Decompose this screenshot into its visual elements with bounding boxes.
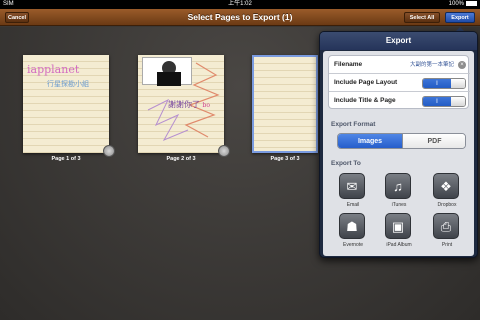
target-label: Evernote bbox=[342, 242, 363, 248]
target-label: Print bbox=[441, 242, 453, 248]
export-itunes-button[interactable]: ♫ iTunes bbox=[379, 173, 419, 213]
page-caption: Page 2 of 3 bbox=[166, 156, 196, 162]
battery-indicator: 100% bbox=[449, 0, 477, 9]
page-caption: Page 1 of 3 bbox=[51, 156, 81, 162]
toggle-on-label: I bbox=[423, 79, 451, 88]
export-to-label: Export To bbox=[331, 160, 361, 167]
battery-percent: 100% bbox=[448, 1, 464, 7]
include-layout-toggle[interactable]: I bbox=[422, 78, 466, 89]
export-format-segmented: Images PDF bbox=[337, 133, 466, 149]
evernote-icon: ☗ bbox=[339, 213, 365, 239]
export-email-button[interactable]: ✉ Email bbox=[333, 173, 373, 213]
export-ipad-album-button[interactable]: ▣ iPad Album bbox=[379, 213, 419, 253]
page-caption: Page 3 of 3 bbox=[270, 156, 300, 162]
toggle-knob bbox=[451, 79, 465, 88]
export-format-label: Export Format bbox=[331, 121, 376, 128]
clock-label: 上午1:02 bbox=[228, 1, 252, 7]
photo-image bbox=[142, 57, 192, 86]
print-icon: ⎙ bbox=[433, 213, 459, 239]
include-layout-label: Include Page Layout bbox=[334, 79, 398, 86]
target-label: iTunes bbox=[391, 202, 407, 208]
select-circle-icon[interactable] bbox=[218, 145, 230, 157]
include-title-row: Include Title & Page I bbox=[329, 92, 470, 110]
format-pdf-button[interactable]: PDF bbox=[402, 134, 465, 148]
export-button[interactable]: Export bbox=[445, 12, 475, 23]
export-dropbox-button[interactable]: ❖ Dropbox bbox=[427, 173, 467, 213]
page-thumbnail-3[interactable] bbox=[252, 55, 318, 153]
include-title-label: Include Title & Page bbox=[334, 97, 396, 104]
handwriting-text: iapplanet bbox=[27, 63, 80, 76]
format-images-button[interactable]: Images bbox=[338, 134, 402, 148]
nav-bar: Select Pages to Export (1) Cancel Select… bbox=[0, 9, 480, 26]
handwriting-text: 謝謝你了 bo bbox=[168, 100, 210, 109]
include-layout-row: Include Page Layout I bbox=[329, 74, 470, 92]
select-circle-icon[interactable] bbox=[103, 145, 115, 157]
dropbox-icon: ❖ bbox=[433, 173, 459, 199]
email-icon: ✉ bbox=[339, 173, 365, 199]
target-label: Dropbox bbox=[437, 202, 457, 208]
toggle-knob bbox=[451, 97, 465, 106]
export-popover: Export Filename 大副的第一本筆記 × Include Page … bbox=[319, 31, 478, 258]
filename-row[interactable]: Filename 大副的第一本筆記 × bbox=[329, 56, 470, 74]
target-label: Email bbox=[346, 202, 360, 208]
export-evernote-button[interactable]: ☗ Evernote bbox=[333, 213, 373, 253]
filename-label: Filename bbox=[334, 61, 363, 68]
handwriting-text: 行星探勘小組 bbox=[47, 80, 89, 88]
cancel-button[interactable]: Cancel bbox=[5, 12, 29, 23]
itunes-icon: ♫ bbox=[385, 173, 411, 199]
filename-field[interactable]: 大副的第一本筆記 bbox=[410, 56, 454, 74]
settings-group: Filename 大副的第一本筆記 × Include Page Layout … bbox=[328, 55, 470, 110]
battery-icon bbox=[466, 0, 477, 6]
popover-body: Filename 大副的第一本筆記 × Include Page Layout … bbox=[323, 51, 474, 256]
page-thumbnail-2[interactable]: 謝謝你了 bo bbox=[138, 55, 224, 153]
export-print-button[interactable]: ⎙ Print bbox=[427, 213, 467, 253]
include-title-toggle[interactable]: I bbox=[422, 96, 466, 107]
popover-title: Export bbox=[320, 32, 477, 50]
status-bar: SIM 上午1:02 100% bbox=[0, 0, 480, 9]
target-label: iPad Album bbox=[386, 242, 412, 248]
select-all-button[interactable]: Select All bbox=[404, 12, 440, 23]
ipad-album-icon: ▣ bbox=[385, 213, 411, 239]
toggle-on-label: I bbox=[423, 97, 451, 106]
page-thumbnail-1[interactable]: iapplanet 行星探勘小組 bbox=[23, 55, 109, 153]
clear-icon[interactable]: × bbox=[458, 61, 466, 69]
